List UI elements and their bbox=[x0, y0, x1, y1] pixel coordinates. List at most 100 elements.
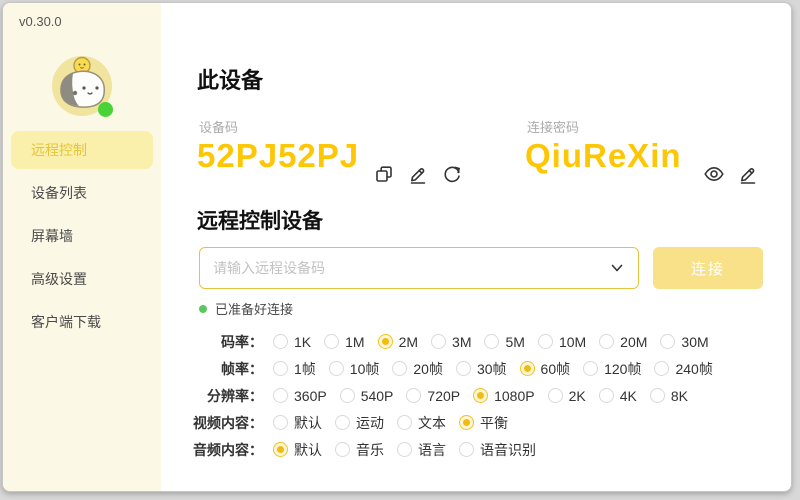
radio-option-label: 1080P bbox=[494, 388, 534, 404]
radio-icon[interactable] bbox=[548, 388, 563, 403]
connection-status: 已准备好连接 bbox=[199, 299, 293, 318]
radio-option-label: 2K bbox=[569, 388, 586, 404]
radio-icon[interactable] bbox=[392, 361, 407, 376]
radio-icon[interactable] bbox=[406, 388, 421, 403]
chevron-down-icon[interactable] bbox=[606, 257, 628, 284]
radio-icon[interactable] bbox=[273, 388, 288, 403]
radio-icon[interactable] bbox=[583, 361, 598, 376]
radio-option[interactable]: 5M bbox=[484, 334, 524, 350]
radio-option[interactable]: 音乐 bbox=[335, 440, 384, 460]
remote-device-input[interactable] bbox=[200, 248, 638, 288]
radio-option[interactable]: 360P bbox=[273, 388, 327, 404]
radio-option[interactable]: 平衡 bbox=[459, 413, 508, 433]
radio-option-label: 文本 bbox=[418, 413, 446, 433]
radio-icon[interactable] bbox=[397, 442, 412, 457]
radio-icon[interactable] bbox=[654, 361, 669, 376]
radio-option[interactable]: 默认 bbox=[273, 413, 322, 433]
radio-selected-icon[interactable] bbox=[378, 334, 393, 349]
radio-selected-icon[interactable] bbox=[520, 361, 535, 376]
radio-icon[interactable] bbox=[456, 361, 471, 376]
device-code-label: 设备码 bbox=[199, 117, 238, 136]
copy-icon[interactable] bbox=[373, 163, 395, 185]
radio-selected-icon[interactable] bbox=[473, 388, 488, 403]
edit-password-icon[interactable] bbox=[737, 163, 759, 185]
radio-option[interactable]: 120帧 bbox=[583, 359, 641, 379]
radio-option[interactable]: 20帧 bbox=[392, 359, 443, 379]
radio-option-label: 语音识别 bbox=[480, 440, 536, 460]
radio-option[interactable]: 3M bbox=[431, 334, 471, 350]
radio-option-label: 3M bbox=[452, 334, 471, 350]
setting-row-4: 音频内容：默认音乐语言语音识别 bbox=[177, 436, 785, 463]
radio-option[interactable]: 语言 bbox=[397, 440, 446, 460]
show-password-icon[interactable] bbox=[703, 163, 725, 185]
radio-option[interactable]: 1M bbox=[324, 334, 364, 350]
radio-icon[interactable] bbox=[340, 388, 355, 403]
sidebar-item-0[interactable]: 远程控制 bbox=[11, 131, 153, 169]
setting-row-label: 分辨率： bbox=[177, 386, 263, 406]
radio-option[interactable]: 2K bbox=[548, 388, 586, 404]
radio-icon[interactable] bbox=[397, 415, 412, 430]
setting-row-1: 帧率： 1帧 10帧 20帧 30帧 60帧 120帧 240帧 bbox=[177, 355, 785, 382]
radio-icon[interactable] bbox=[650, 388, 665, 403]
setting-options: 360P 540P 720P 1080P 2K 4K 8K bbox=[273, 388, 701, 404]
radio-option[interactable]: 8K bbox=[650, 388, 688, 404]
radio-icon[interactable] bbox=[273, 361, 288, 376]
radio-option[interactable]: 10帧 bbox=[329, 359, 380, 379]
radio-option-label: 240帧 bbox=[675, 359, 712, 379]
radio-icon[interactable] bbox=[459, 442, 474, 457]
radio-option[interactable]: 30帧 bbox=[456, 359, 507, 379]
avatar[interactable] bbox=[48, 52, 116, 120]
radio-option[interactable]: 1K bbox=[273, 334, 311, 350]
radio-icon[interactable] bbox=[329, 361, 344, 376]
radio-selected-icon[interactable] bbox=[273, 442, 288, 457]
radio-option[interactable]: 运动 bbox=[335, 413, 384, 433]
radio-icon[interactable] bbox=[484, 334, 499, 349]
radio-option[interactable]: 540P bbox=[340, 388, 394, 404]
password-value: QiuReXin bbox=[525, 137, 682, 175]
radio-option-label: 8K bbox=[671, 388, 688, 404]
radio-selected-icon[interactable] bbox=[459, 415, 474, 430]
remote-device-input-wrap bbox=[199, 247, 639, 289]
refresh-icon[interactable] bbox=[441, 163, 463, 185]
sidebar-item-3[interactable]: 高级设置 bbox=[11, 260, 153, 298]
sidebar-item-4[interactable]: 客户端下载 bbox=[11, 303, 153, 341]
sidebar-item-1[interactable]: 设备列表 bbox=[11, 174, 153, 212]
radio-icon[interactable] bbox=[273, 415, 288, 430]
radio-option-label: 30帧 bbox=[477, 359, 507, 379]
radio-option-label: 60帧 bbox=[541, 359, 571, 379]
radio-option-label: 120帧 bbox=[604, 359, 641, 379]
radio-option[interactable]: 语音识别 bbox=[459, 440, 536, 460]
this-device-title: 此设备 bbox=[197, 63, 263, 95]
radio-icon[interactable] bbox=[335, 442, 350, 457]
setting-row-label: 帧率： bbox=[177, 359, 263, 379]
radio-icon[interactable] bbox=[660, 334, 675, 349]
setting-row-0: 码率：1K1M2M3M5M10M20M30M bbox=[177, 328, 785, 355]
radio-option[interactable]: 默认 bbox=[273, 440, 322, 460]
radio-icon[interactable] bbox=[324, 334, 339, 349]
radio-option-label: 10帧 bbox=[350, 359, 380, 379]
connect-button[interactable]: 连接 bbox=[653, 247, 763, 289]
radio-option[interactable]: 30M bbox=[660, 334, 708, 350]
radio-option[interactable]: 720P bbox=[406, 388, 460, 404]
radio-option[interactable]: 240帧 bbox=[654, 359, 712, 379]
sidebar-item-2[interactable]: 屏幕墙 bbox=[11, 217, 153, 255]
radio-icon[interactable] bbox=[273, 334, 288, 349]
stream-settings: 码率：1K1M2M3M5M10M20M30M帧率：1帧10帧20帧30帧60帧1… bbox=[177, 328, 785, 463]
radio-icon[interactable] bbox=[599, 388, 614, 403]
radio-option[interactable]: 文本 bbox=[397, 413, 446, 433]
radio-icon[interactable] bbox=[431, 334, 446, 349]
setting-options: 1K 1M 2M 3M 5M 10M 20M 30M bbox=[273, 334, 722, 350]
radio-option-label: 720P bbox=[427, 388, 460, 404]
radio-option[interactable]: 1080P bbox=[473, 388, 534, 404]
radio-option[interactable]: 20M bbox=[599, 334, 647, 350]
edit-device-code-icon[interactable] bbox=[407, 163, 429, 185]
radio-option[interactable]: 60帧 bbox=[520, 359, 571, 379]
radio-icon[interactable] bbox=[538, 334, 553, 349]
radio-icon[interactable] bbox=[335, 415, 350, 430]
radio-option[interactable]: 10M bbox=[538, 334, 586, 350]
radio-icon[interactable] bbox=[599, 334, 614, 349]
radio-option[interactable]: 2M bbox=[378, 334, 418, 350]
radio-option[interactable]: 1帧 bbox=[273, 359, 316, 379]
radio-option[interactable]: 4K bbox=[599, 388, 637, 404]
radio-option-label: 音乐 bbox=[356, 440, 384, 460]
